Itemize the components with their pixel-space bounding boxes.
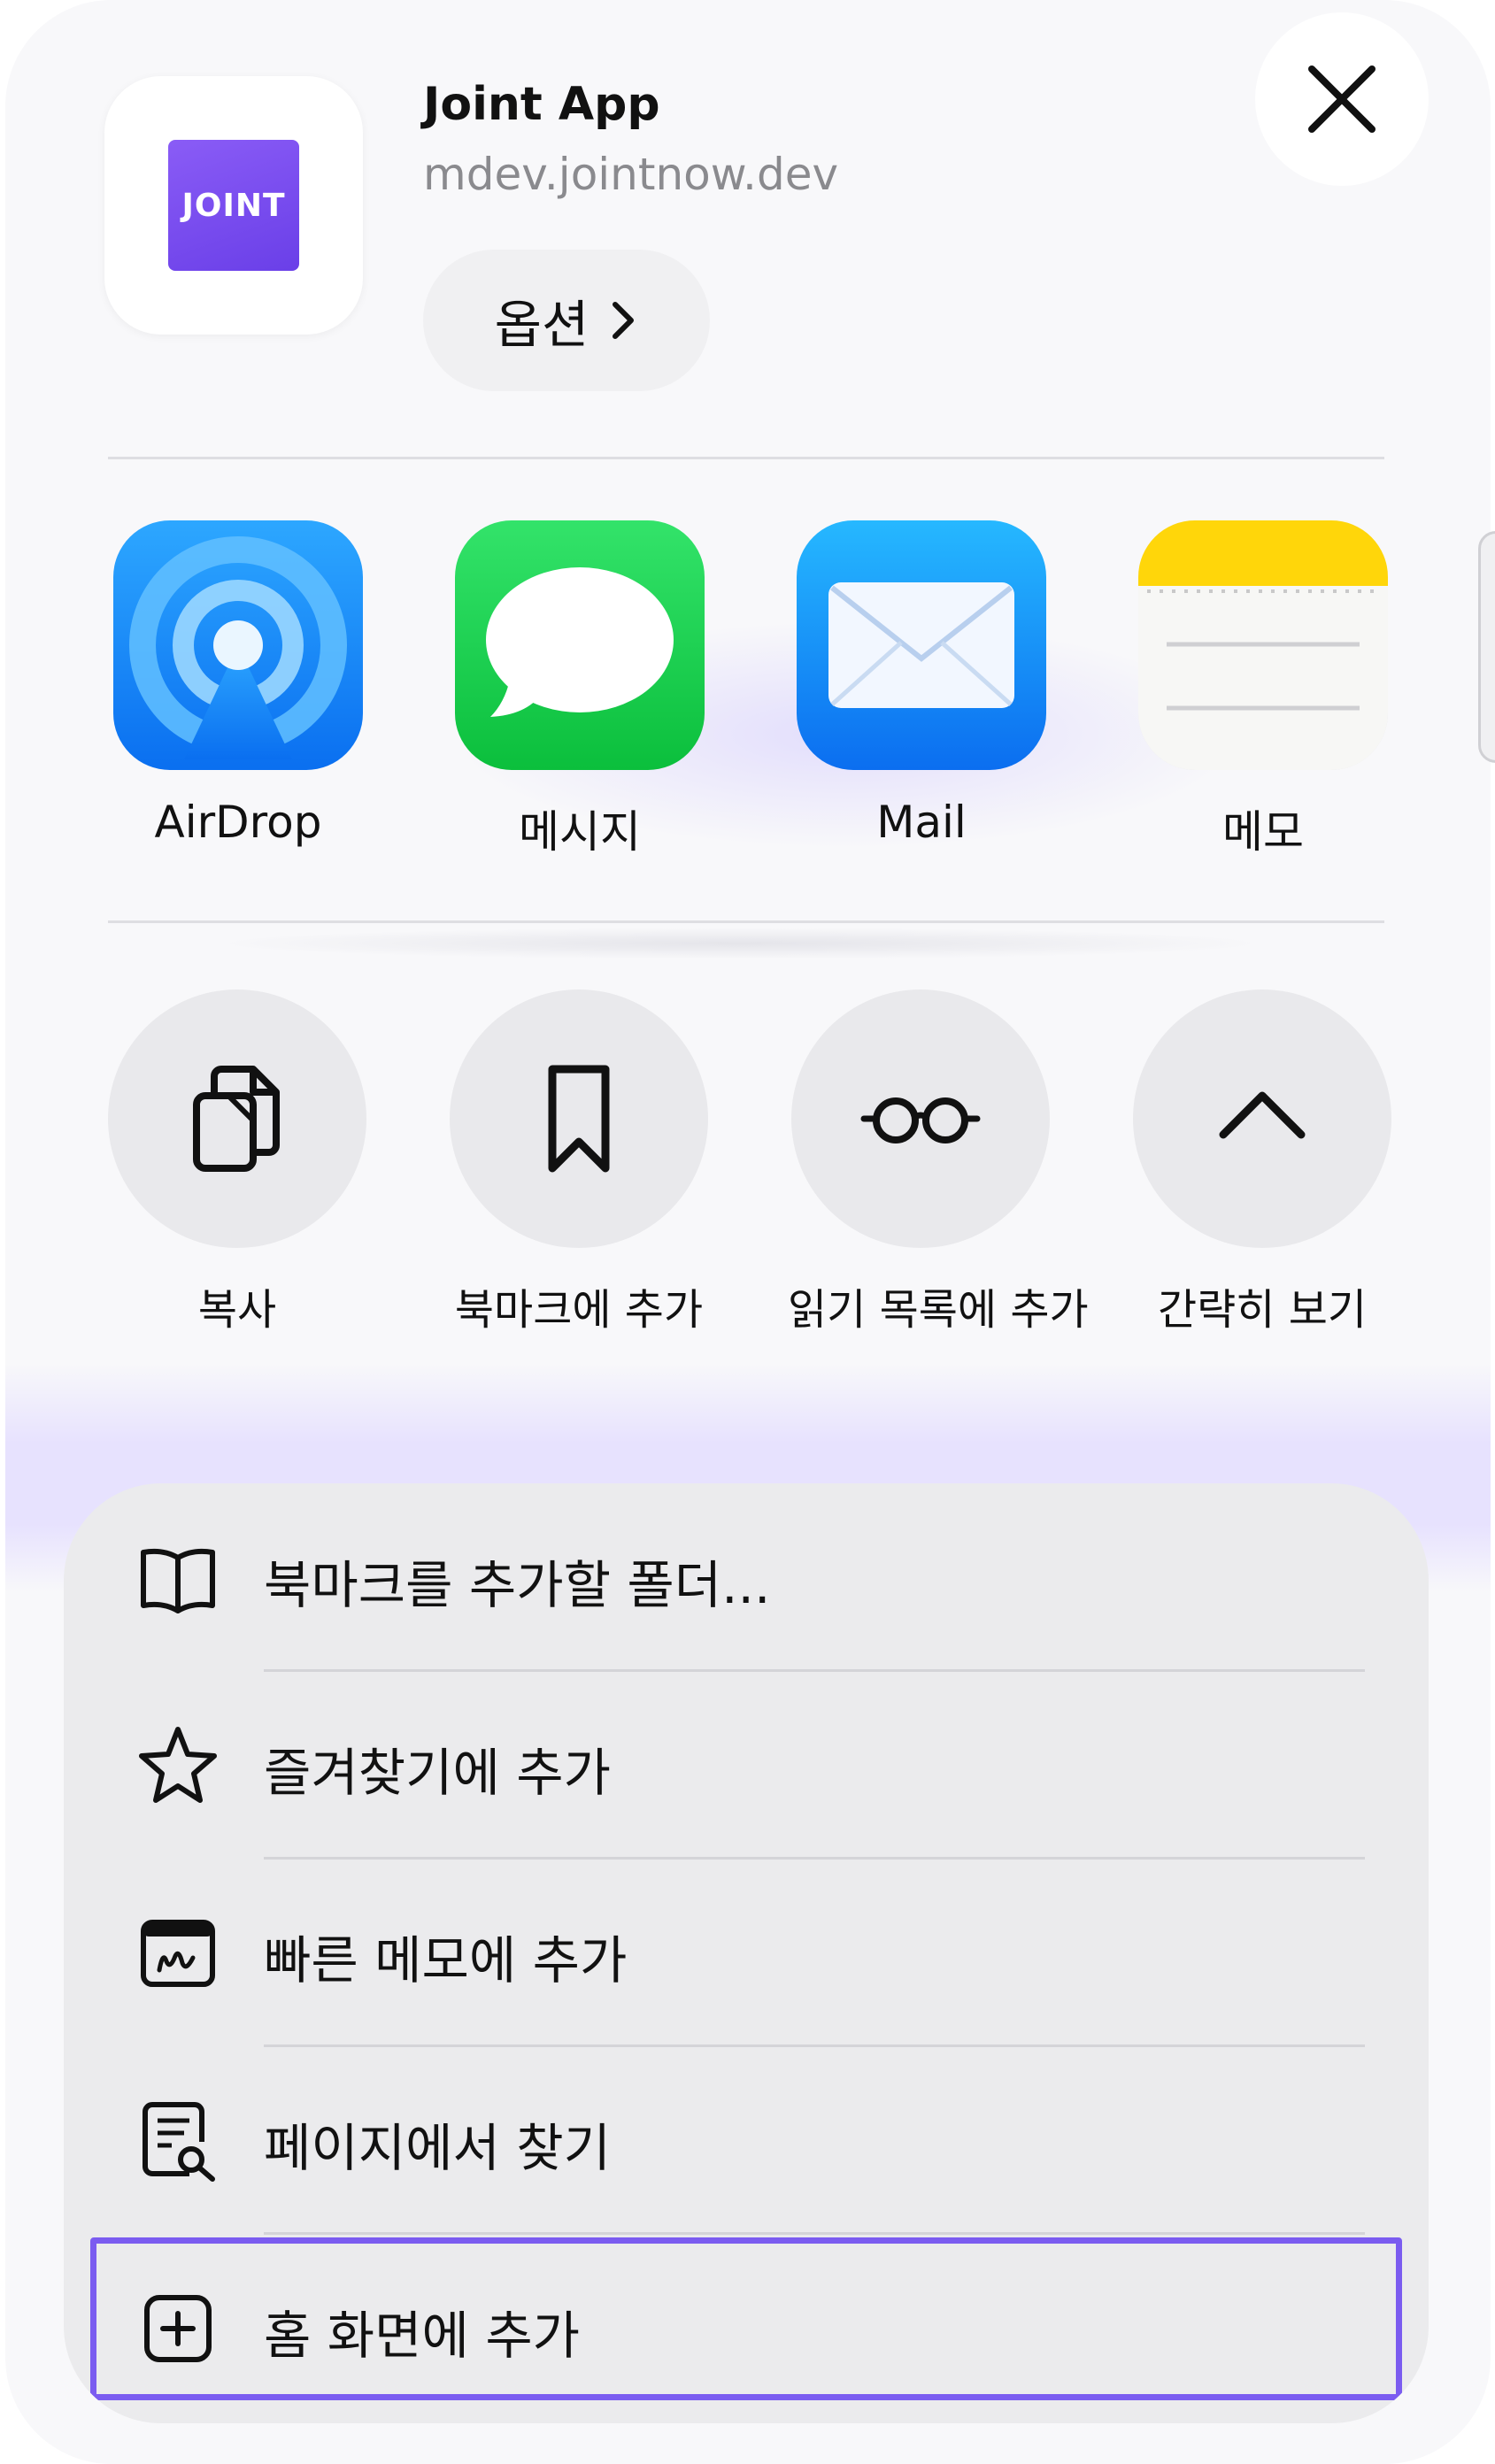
chevron-up-icon (1219, 1091, 1306, 1139)
app-icon-tile: JOINT (104, 76, 363, 335)
highlight-frame (90, 2237, 1402, 2400)
share-target-notes[interactable]: 메모 (1138, 520, 1388, 860)
menu-item-bookmark-folder[interactable]: 북마크를 추가할 폴더... (64, 1483, 1429, 1671)
app-label: 메모 (1222, 806, 1304, 858)
menu-item-label: 북마크를 추가할 폴더... (264, 1555, 771, 1615)
divider (108, 920, 1384, 923)
quick-note-icon (141, 1920, 215, 1987)
action-show-less[interactable]: 간략히 보기 (1129, 989, 1395, 1336)
airdrop-icon (113, 520, 363, 770)
background-shadow (209, 928, 1271, 959)
menu-item-add-favorites[interactable]: 즐겨찾기에 추가 (64, 1671, 1429, 1859)
action-menu: 북마크를 추가할 폴더... 즐겨찾기에 추가 빠른 메모에 추가 페이지에서 … (64, 1483, 1429, 2423)
messages-icon (455, 520, 705, 770)
app-label: Mail (876, 797, 967, 848)
find-in-page-icon (143, 2102, 215, 2182)
app-label: 메시지 (519, 806, 641, 858)
action-label: 읽기 목록에 추가 (788, 1285, 1089, 1335)
divider (108, 457, 1384, 459)
action-copy[interactable]: 복사 (104, 989, 370, 1336)
app-url: mdev.jointnow.dev (423, 149, 839, 200)
notes-icon (1138, 520, 1388, 770)
share-target-airdrop[interactable]: AirDrop (113, 520, 363, 848)
app-label: AirDrop (154, 797, 322, 848)
share-target-mail[interactable]: Mail (797, 520, 1046, 848)
action-label: 간략히 보기 (1157, 1285, 1368, 1335)
mail-icon (797, 520, 1046, 770)
copy-icon (193, 1066, 280, 1172)
action-bookmark[interactable]: 북마크에 추가 (446, 989, 712, 1336)
menu-item-quick-note[interactable]: 빠른 메모에 추가 (64, 1859, 1429, 2046)
menu-item-label: 빠른 메모에 추가 (264, 1930, 628, 1990)
action-label: 복사 (197, 1285, 277, 1335)
action-label: 북마크에 추가 (454, 1285, 704, 1335)
menu-item-label: 페이지에서 찾기 (264, 2118, 611, 2178)
joint-logo: JOINT (168, 140, 299, 271)
close-button[interactable] (1255, 12, 1429, 186)
app-name: Joint App (423, 78, 660, 131)
share-target-messages[interactable]: 메시지 (455, 520, 705, 860)
options-label: 옵션 (494, 295, 590, 355)
star-icon (139, 1727, 217, 1803)
more-apps-edge[interactable] (1478, 531, 1495, 763)
action-reading-list[interactable]: 읽기 목록에 추가 (788, 989, 1089, 1336)
reading-glasses-icon (860, 1097, 981, 1143)
chevron-right-icon (613, 302, 635, 339)
close-icon (1308, 65, 1376, 133)
menu-item-find-in-page[interactable]: 페이지에서 찾기 (64, 2046, 1429, 2234)
menu-item-label: 즐겨찾기에 추가 (264, 1743, 611, 1803)
options-button[interactable]: 옵션 (423, 250, 710, 391)
bookmark-icon (548, 1065, 610, 1173)
book-icon (141, 1548, 215, 1613)
